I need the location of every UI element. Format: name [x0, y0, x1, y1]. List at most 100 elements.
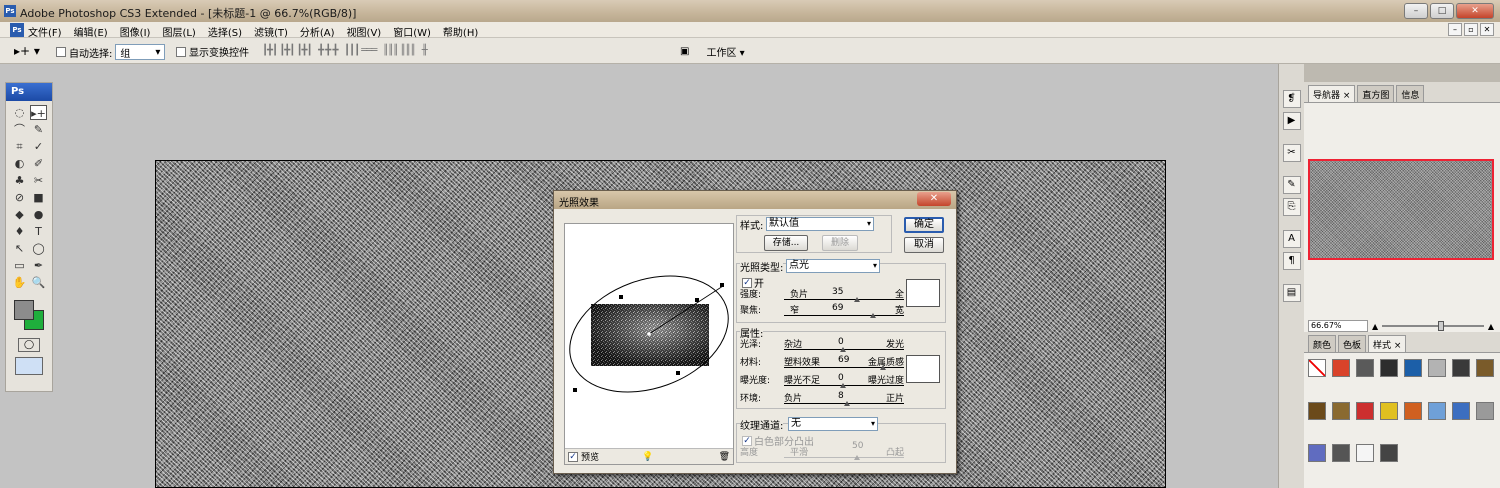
- hand-tool-icon[interactable]: ✋: [11, 275, 28, 290]
- style-swatch[interactable]: [1356, 444, 1374, 463]
- auto-select-dropdown[interactable]: 组 ▾: [115, 44, 166, 60]
- style-swatch[interactable]: [1332, 401, 1350, 420]
- style-swatch[interactable]: [1380, 359, 1398, 377]
- paragraph-icon[interactable]: ¶: [1282, 252, 1301, 270]
- menu-layer[interactable]: 图层(L): [162, 24, 195, 39]
- height-slider[interactable]: 高度 平滑 50 凸起: [740, 441, 904, 461]
- style-swatch[interactable]: [1452, 401, 1470, 420]
- crop-tool-icon[interactable]: ⌗: [11, 139, 28, 154]
- ambience-handle[interactable]: [844, 401, 850, 406]
- brush-tool-icon[interactable]: ✐: [30, 156, 47, 171]
- healing-tool-icon[interactable]: ◐: [11, 156, 28, 171]
- intensity-slider[interactable]: 强度: 负片 35 全: [740, 287, 904, 303]
- trash-icon[interactable]: 🗑: [719, 452, 730, 462]
- eraser-tool-icon[interactable]: ⊘: [11, 190, 28, 205]
- ok-button[interactable]: 确定: [904, 217, 944, 233]
- style-swatch[interactable]: [1476, 359, 1494, 377]
- minimize-button[interactable]: –: [1404, 3, 1428, 19]
- zoom-slider[interactable]: [1382, 321, 1484, 331]
- menu-edit[interactable]: 编辑(E): [74, 24, 108, 39]
- ps-menu-icon[interactable]: Ps: [10, 23, 24, 37]
- blur-tool-icon[interactable]: ◆: [11, 207, 28, 222]
- doc-minimize-button[interactable]: –: [1448, 23, 1462, 36]
- brushes-icon[interactable]: ✎: [1282, 176, 1301, 194]
- delete-button[interactable]: 删除: [822, 235, 858, 251]
- style-swatch[interactable]: [1332, 359, 1350, 377]
- gradient-tool-icon[interactable]: ■: [30, 190, 47, 205]
- gloss-handle[interactable]: [840, 347, 846, 352]
- type-tool-icon[interactable]: T: [30, 224, 47, 239]
- style-swatch[interactable]: [1308, 401, 1326, 420]
- actions-icon[interactable]: ▶: [1282, 112, 1301, 130]
- auto-select-checkbox[interactable]: [56, 47, 66, 57]
- ambient-color-swatch[interactable]: [906, 355, 940, 383]
- style-swatch[interactable]: [1356, 359, 1374, 377]
- zoom-out-icon[interactable]: ▲: [1372, 322, 1378, 331]
- exposure-slider[interactable]: 曝光度: 曝光不足 0 曝光过度: [740, 373, 904, 389]
- path-select-tool-icon[interactable]: ↖: [11, 241, 28, 256]
- style-swatch[interactable]: [1380, 401, 1398, 420]
- history-brush-tool-icon[interactable]: ✂: [30, 173, 47, 188]
- marquee-tool-icon[interactable]: ◌: [11, 105, 28, 120]
- move-tool-icon[interactable]: ▸+ ▾: [14, 44, 40, 58]
- stamp-tool-icon[interactable]: ♣: [11, 173, 28, 188]
- notes-tool-icon[interactable]: ▭: [11, 258, 28, 273]
- screen-mode-icon[interactable]: [15, 357, 43, 375]
- light-preview-graphic[interactable]: [565, 224, 733, 446]
- cancel-button[interactable]: 取消: [904, 237, 944, 253]
- tab-navigator[interactable]: 导航器 ×: [1308, 85, 1356, 102]
- menu-help[interactable]: 帮助(H): [443, 24, 478, 39]
- menu-view[interactable]: 视图(V): [347, 24, 382, 39]
- ambience-slider[interactable]: 环境: 负片 8 正片: [740, 391, 904, 407]
- tab-swatches[interactable]: 色板: [1338, 335, 1367, 352]
- menu-filter[interactable]: 滤镜(T): [254, 24, 288, 39]
- style-dropdown[interactable]: 默认值: [766, 217, 874, 231]
- tab-histogram[interactable]: 直方图: [1357, 85, 1395, 102]
- exposure-handle[interactable]: [840, 383, 846, 388]
- save-button[interactable]: 存储...: [764, 235, 808, 251]
- tools-preset-icon[interactable]: ✂: [1282, 144, 1301, 162]
- preview-checkbox[interactable]: [568, 451, 578, 462]
- style-swatch[interactable]: [1308, 444, 1326, 463]
- move-tool-icon[interactable]: ▸+: [30, 105, 47, 120]
- navigator-thumbnail[interactable]: [1308, 159, 1494, 260]
- focus-slider[interactable]: 聚焦: 窄 69 宽: [740, 303, 904, 319]
- close-button[interactable]: ✕: [1456, 3, 1494, 19]
- style-swatch[interactable]: [1404, 401, 1422, 420]
- menu-image[interactable]: 图像(I): [120, 24, 151, 39]
- material-handle[interactable]: [880, 365, 886, 370]
- light-type-dropdown[interactable]: 点光: [786, 259, 880, 273]
- quick-mask-icon[interactable]: ◯: [18, 338, 40, 352]
- light-preview[interactable]: 预览 💡 🗑: [564, 223, 734, 465]
- zoom-input[interactable]: 66.67%: [1308, 320, 1368, 332]
- intensity-handle[interactable]: [854, 297, 860, 302]
- menu-select[interactable]: 选择(S): [208, 24, 242, 39]
- lasso-tool-icon[interactable]: ⌒: [11, 122, 28, 137]
- tab-styles[interactable]: 样式 ×: [1368, 335, 1407, 352]
- pen-tool-icon[interactable]: ♦: [11, 224, 28, 239]
- menu-file[interactable]: 文件(F): [28, 24, 62, 39]
- menu-window[interactable]: 窗口(W): [393, 24, 431, 39]
- camera-icon[interactable]: ▣: [680, 46, 689, 57]
- dialog-close-button[interactable]: ✕: [917, 192, 951, 206]
- material-slider[interactable]: 材料: 塑料效果 69 金属质感: [740, 355, 904, 371]
- tab-info[interactable]: 信息: [1396, 85, 1425, 102]
- white-high-checkbox[interactable]: [742, 435, 752, 446]
- history-icon[interactable]: ❡: [1282, 90, 1301, 108]
- layer-comps-icon[interactable]: ▤: [1282, 284, 1301, 302]
- maximize-button[interactable]: □: [1430, 3, 1454, 19]
- style-swatch[interactable]: [1428, 401, 1446, 420]
- light-bulb-icon[interactable]: 💡: [642, 452, 653, 462]
- gloss-slider[interactable]: 光泽: 杂边 0 发光: [740, 337, 904, 353]
- doc-close-button[interactable]: ✕: [1480, 23, 1494, 36]
- style-swatch[interactable]: [1452, 359, 1470, 377]
- doc-restore-button[interactable]: ▫: [1464, 23, 1478, 36]
- clone-source-icon[interactable]: ⎘: [1282, 198, 1301, 216]
- character-icon[interactable]: A: [1282, 230, 1301, 248]
- style-swatch[interactable]: [1476, 401, 1494, 420]
- menu-analysis[interactable]: 分析(A): [300, 24, 335, 39]
- tab-color[interactable]: 颜色: [1308, 335, 1337, 352]
- foreground-color-swatch[interactable]: [14, 300, 34, 320]
- texture-dropdown[interactable]: 无: [788, 417, 878, 431]
- show-transform-checkbox[interactable]: [176, 46, 186, 57]
